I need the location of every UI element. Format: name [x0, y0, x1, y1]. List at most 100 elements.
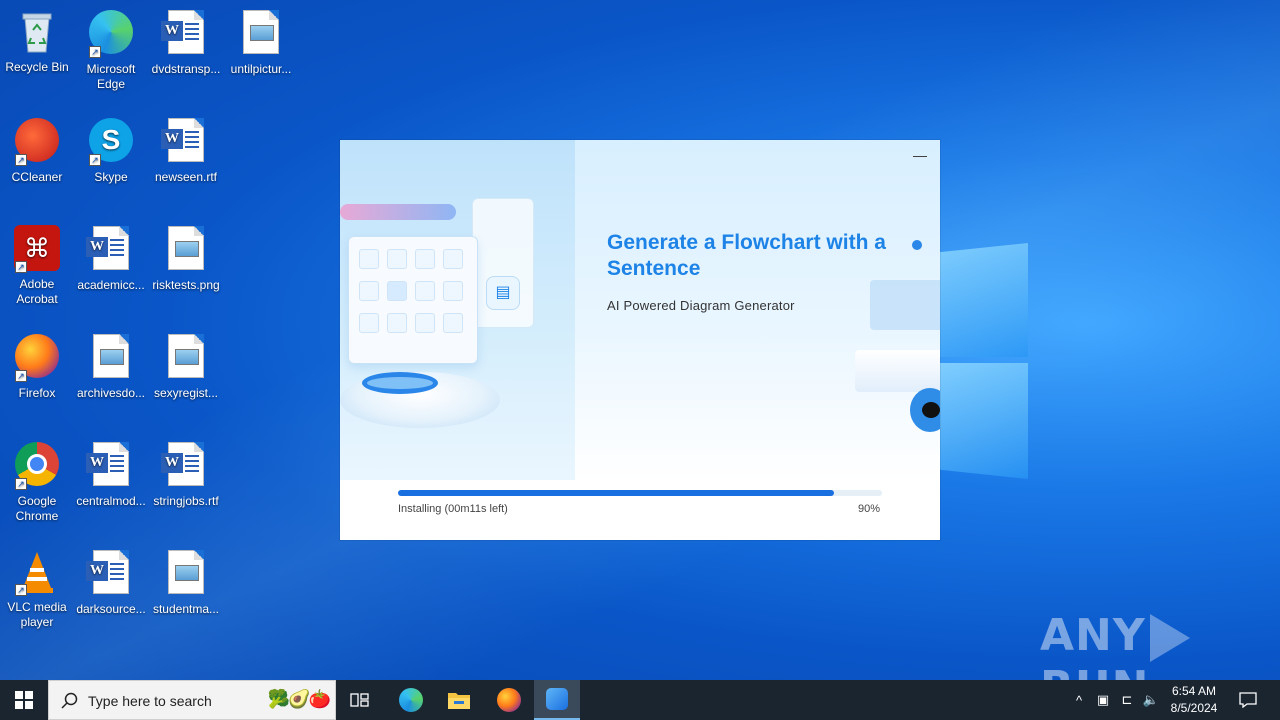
- taskbar-clock[interactable]: 6:54 AM 8/5/2024: [1162, 683, 1226, 717]
- desktop-icon-label: VLC media player: [7, 600, 67, 629]
- illustration-search-pill: [340, 204, 456, 220]
- desktop-icon-label: Microsoft Edge: [86, 62, 136, 91]
- desktop-icon-darksource[interactable]: W darksource...: [72, 548, 150, 617]
- word-doc-icon: W: [86, 226, 135, 274]
- notification-icon: [1239, 692, 1257, 708]
- desktop-icon-label: Skype: [94, 170, 128, 184]
- show-hidden-icons-button[interactable]: ^: [1068, 680, 1090, 720]
- desktop-icon-recycle-bin[interactable]: Recycle Bin: [0, 8, 76, 75]
- desktop-icon-label: studentma...: [152, 602, 220, 616]
- shortcut-arrow-icon: ↗: [15, 478, 27, 490]
- word-doc-icon: W: [161, 442, 210, 490]
- desktop-icon-skype[interactable]: S ↗ Skype: [72, 116, 150, 185]
- search-placeholder: Type here to search: [88, 693, 212, 709]
- desktop-icon-label: CCleaner: [11, 170, 63, 184]
- edge-icon: ↗: [87, 10, 135, 58]
- minimize-button[interactable]: —: [910, 148, 930, 164]
- watermark-play-icon: [1149, 614, 1190, 662]
- install-status-text: Installing (00m11s left): [398, 503, 508, 515]
- desktop-icon-label: Adobe Acrobat: [16, 277, 58, 306]
- desktop-icon-label: Firefox: [18, 386, 56, 400]
- desktop-icon-dvdstransp[interactable]: W dvdstransp...: [147, 8, 225, 77]
- desktop-icon-label: academicc...: [77, 278, 145, 292]
- desktop-icon-archivesdo[interactable]: archivesdo...: [72, 332, 150, 401]
- desktop-icon-label: archivesdo...: [76, 386, 146, 400]
- chat-bubble-icon: ▤: [486, 276, 520, 310]
- desktop-icon-label: risktests.png: [152, 278, 220, 292]
- word-doc-icon: W: [161, 118, 210, 166]
- firefox-icon: ↗: [13, 334, 61, 382]
- skype-icon: S ↗: [87, 118, 135, 166]
- desktop-icon-ccleaner[interactable]: ↗ CCleaner: [0, 116, 76, 185]
- recycle-bin-icon: [13, 8, 61, 56]
- windows-logo-wallpaper: [940, 243, 1030, 479]
- ccleaner-icon: ↗: [13, 118, 61, 166]
- install-progress-area: Installing (00m11s left) 90%: [340, 480, 940, 540]
- desktop-icon-label: stringjobs.rtf: [153, 494, 219, 508]
- desktop-icon-sexyregist[interactable]: sexyregist...: [147, 332, 225, 401]
- progress-bar-track: [398, 490, 882, 496]
- desktop-icon-studentma[interactable]: studentma...: [147, 548, 225, 617]
- search-icon: [61, 692, 78, 709]
- watermark-left: ANY: [1040, 610, 1146, 661]
- image-file-icon: [162, 226, 210, 274]
- shortcut-arrow-icon: ↗: [15, 584, 27, 596]
- desktop-icon-microsoft-edge[interactable]: ↗ Microsoft Edge: [72, 8, 150, 92]
- robot-mascot-icon: [910, 388, 940, 432]
- desktop-icon-firefox[interactable]: ↗ Firefox: [0, 332, 76, 401]
- shortcut-arrow-icon: ↗: [89, 154, 101, 166]
- desktop-icon-centralmod[interactable]: W centralmod...: [72, 440, 150, 509]
- taskbar: Type here to search 🥦🥑🍅 ^ ▣ ⊏ 🔈 6:54 AM …: [0, 680, 1280, 720]
- taskbar-search-box[interactable]: Type here to search 🥦🥑🍅: [48, 680, 336, 720]
- desktop-icon-google-chrome[interactable]: ↗ Google Chrome: [0, 440, 76, 524]
- desktop-icon-label: dvdstransp...: [151, 62, 221, 76]
- installer-headline: Generate a Flowchart with a Sentence: [607, 231, 886, 280]
- chrome-icon: ↗: [13, 442, 61, 490]
- clock-date: 8/5/2024: [1170, 701, 1218, 715]
- desktop-icon-label: Google Chrome: [15, 494, 59, 523]
- illustration-glass-panel: [870, 280, 940, 330]
- illustration-flowchart-screen: [348, 236, 478, 364]
- decor-dot: [912, 240, 922, 250]
- desktop-icon-risktests[interactable]: risktests.png: [147, 224, 225, 293]
- illustration-platform: [855, 350, 940, 392]
- desktop-icon-academicc[interactable]: W academicc...: [72, 224, 150, 293]
- desktop-icon-newseen[interactable]: W newseen.rtf: [147, 116, 225, 185]
- windows-start-icon: [15, 691, 33, 709]
- taskbar-installer-button[interactable]: [534, 680, 580, 720]
- word-doc-icon: W: [86, 442, 135, 490]
- chevron-up-icon: ^: [1075, 692, 1083, 708]
- volume-icon: 🔈: [1142, 692, 1160, 707]
- clock-time: 6:54 AM: [1171, 684, 1217, 698]
- tray-device-button[interactable]: ▣: [1092, 680, 1114, 720]
- word-doc-icon: W: [161, 10, 210, 58]
- start-button[interactable]: [0, 680, 48, 720]
- firefox-icon: [497, 688, 521, 712]
- installer-hero-banner: ▤ — Generate a Flowchart with a Sentence…: [340, 140, 940, 480]
- desktop-icon-label: untilpictur...: [230, 62, 292, 76]
- word-doc-icon: W: [86, 550, 135, 598]
- desktop-icon-vlc-media-player[interactable]: ↗ VLC media player: [0, 548, 76, 630]
- taskbar-firefox-button[interactable]: [486, 680, 532, 720]
- task-view-icon: [350, 693, 369, 707]
- vlc-icon: ↗: [13, 548, 61, 596]
- taskbar-file-explorer-button[interactable]: [436, 680, 482, 720]
- tray-network-button[interactable]: ⊏: [1116, 680, 1138, 720]
- shortcut-arrow-icon: ↗: [89, 46, 101, 58]
- acrobat-icon: ⌘ ↗: [13, 225, 61, 273]
- shortcut-arrow-icon: ↗: [15, 154, 27, 166]
- desktop-icon-label: centralmod...: [76, 494, 146, 508]
- desktop-icon-label: newseen.rtf: [154, 170, 218, 184]
- desktop-icon-stringjobs[interactable]: W stringjobs.rtf: [147, 440, 225, 509]
- desktop-icon-untilpictur[interactable]: untilpictur...: [222, 8, 300, 77]
- tray-volume-button[interactable]: 🔈: [1140, 680, 1162, 720]
- desktop-icon-adobe-acrobat[interactable]: ⌘ ↗ Adobe Acrobat: [0, 224, 76, 307]
- edge-icon: [399, 688, 423, 712]
- install-percent-text: 90%: [857, 503, 880, 515]
- desktop-icon-label: Recycle Bin: [5, 60, 69, 74]
- taskbar-edge-button[interactable]: [388, 680, 434, 720]
- shortcut-arrow-icon: ↗: [15, 370, 27, 382]
- action-center-button[interactable]: [1234, 680, 1262, 720]
- task-view-button[interactable]: [337, 680, 383, 720]
- device-icon: ▣: [1096, 692, 1110, 707]
